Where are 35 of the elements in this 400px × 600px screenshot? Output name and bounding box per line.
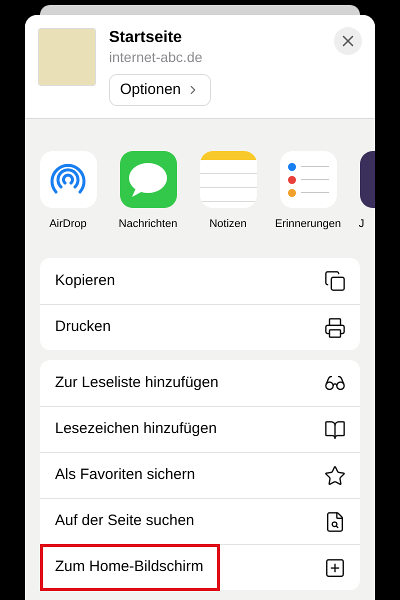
add-square-icon: [324, 556, 346, 578]
action-label: Als Favoriten sichern: [55, 465, 196, 486]
printer-icon: [324, 316, 346, 338]
action-row[interactable]: Lesezeichen hinzufügen: [40, 406, 360, 452]
notepad-icon: [200, 151, 256, 208]
action-label: Zur Leseliste hinzufügen: [55, 372, 218, 393]
action-label: Lesezeichen hinzufügen: [55, 419, 217, 440]
close-button[interactable]: [334, 27, 362, 55]
app-icon: [360, 151, 375, 208]
action-row[interactable]: Zum Home-Bildschirm: [40, 544, 360, 590]
copy-icon: [324, 270, 346, 292]
page-title: Startseite: [109, 28, 182, 48]
options-button[interactable]: Optionen: [109, 74, 211, 106]
action-row[interactable]: Auf der Seite suchen: [40, 498, 360, 544]
share-app-button[interactable]: Notizen: [188, 151, 268, 231]
document-search-icon: [324, 510, 346, 532]
page-thumbnail: [38, 28, 96, 86]
star-icon: [324, 464, 346, 486]
action-row[interactable]: Kopieren: [40, 258, 360, 304]
action-row[interactable]: Als Favoriten sichern: [40, 452, 360, 498]
action-label: Drucken: [55, 317, 111, 338]
action-label: Auf der Seite suchen: [55, 511, 194, 532]
share-app-button[interactable]: AirDrop: [28, 151, 108, 231]
action-label: Kopieren: [55, 270, 116, 291]
page-url: internet-abc.de: [109, 48, 202, 66]
checklist-icon: [280, 151, 336, 208]
airdrop-icon: [40, 151, 96, 208]
share-app-button[interactable]: Erinnerungen: [268, 151, 348, 231]
action-label: Zum Home-Bildschirm: [40, 544, 220, 591]
action-row[interactable]: Zur Leseliste hinzufügen: [40, 360, 360, 406]
speech-bubble-icon: [120, 151, 176, 208]
book-icon: [324, 418, 346, 440]
action-row[interactable]: Drucken: [40, 304, 360, 350]
share-app-button[interactable]: Nachrichten: [108, 151, 188, 231]
share-app-button[interactable]: J: [348, 151, 375, 231]
